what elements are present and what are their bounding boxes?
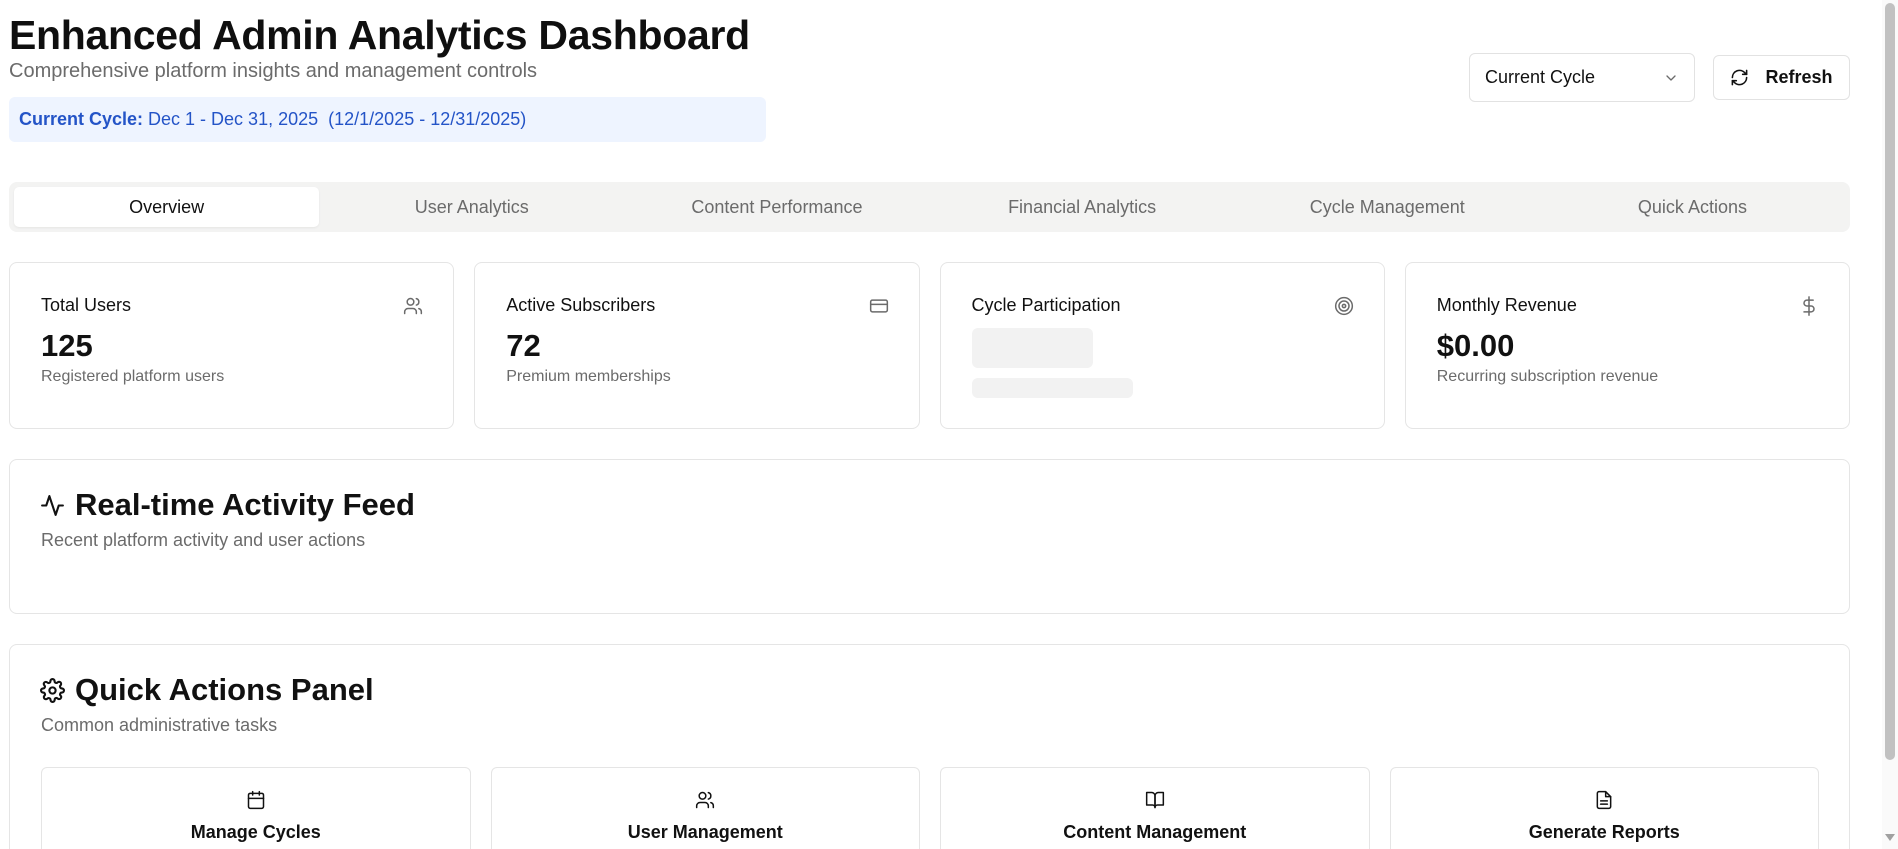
stat-label: Active Subscribers [506, 295, 656, 315]
dashboard-tabs: Overview User Analytics Content Performa… [9, 182, 1850, 232]
scrollbar-thumb[interactable] [1885, 3, 1895, 760]
loading-skeleton-value [971, 328, 1093, 368]
stat-label: Monthly Revenue [1436, 295, 1577, 315]
refresh-label: Refresh [1765, 67, 1833, 87]
calendar-icon [247, 790, 264, 810]
quick-actions-grid: Manage Cycles User Management Content Ma… [41, 767, 1819, 849]
tab-quick-actions[interactable]: Quick Actions [1540, 187, 1845, 227]
stat-card-active-subscribers: Active Subscribers 72 Premium membership… [474, 262, 920, 429]
page-title: Enhanced Admin Analytics Dashboard [9, 12, 750, 58]
activity-feed-header: Real-time Activity Feed [40, 487, 415, 523]
cycle-select-value: Current Cycle [1485, 67, 1596, 87]
stat-value: $0.00 [1436, 328, 1515, 363]
gear-icon [40, 677, 65, 703]
manage-cycles-button[interactable]: Manage Cycles [41, 767, 471, 849]
target-icon [1334, 296, 1353, 316]
cycle-banner-label: Current Cycle: [19, 109, 144, 129]
stat-desc: Recurring subscription revenue [1436, 368, 1659, 385]
page-subtitle: Comprehensive platform insights and mana… [9, 60, 538, 82]
stat-value: 125 [41, 328, 93, 363]
file-text-icon [1596, 790, 1612, 810]
content-management-button[interactable]: Content Management [940, 767, 1370, 849]
activity-feed-title: Real-time Activity Feed [75, 487, 415, 522]
stats-row: Total Users 125 Registered platform user… [9, 262, 1850, 429]
stat-card-cycle-participation: Cycle Participation [939, 262, 1385, 429]
current-cycle-banner: Current Cycle: Dec 1 - Dec 31, 2025 (12/… [9, 97, 766, 142]
stat-card-total-users: Total Users 125 Registered platform user… [9, 262, 455, 429]
book-icon [1145, 791, 1164, 809]
stat-label: Cycle Participation [971, 295, 1121, 315]
vertical-scrollbar[interactable] [1882, 0, 1898, 849]
generate-reports-button[interactable]: Generate Reports [1389, 767, 1819, 849]
refresh-button[interactable]: Refresh [1713, 55, 1850, 100]
cycle-banner-range: Dec 1 - Dec 31, 2025 [148, 109, 319, 129]
cycle-select[interactable]: Current Cycle [1469, 53, 1695, 102]
stat-desc: Premium memberships [506, 368, 671, 385]
users-icon [404, 297, 423, 315]
scroll-down-arrow-icon[interactable] [1885, 834, 1895, 841]
stat-label: Total Users [41, 295, 132, 315]
users-icon [696, 791, 715, 809]
quick-actions-desc: Common administrative tasks [41, 715, 278, 735]
quick-actions-section: Quick Actions Panel Common administrativ… [9, 644, 1850, 849]
activity-feed-section: Real-time Activity Feed Recent platform … [9, 459, 1850, 614]
activity-icon [41, 494, 64, 516]
dollar-icon [1803, 296, 1815, 316]
loading-skeleton-desc [971, 378, 1133, 398]
quick-action-label: Generate Reports [1528, 822, 1680, 842]
activity-feed-desc: Recent platform activity and user action… [41, 530, 366, 550]
user-management-button[interactable]: User Management [490, 767, 920, 849]
stat-value: 72 [506, 328, 541, 363]
credit-card-icon [869, 299, 888, 313]
quick-action-label: User Management [627, 822, 783, 842]
tab-content-performance[interactable]: Content Performance [624, 187, 929, 227]
refresh-icon [1732, 69, 1748, 86]
stat-card-monthly-revenue: Monthly Revenue $0.00 Recurring subscrip… [1404, 262, 1850, 429]
quick-action-label: Manage Cycles [190, 822, 321, 842]
stat-desc: Registered platform users [41, 368, 225, 385]
tab-user-analytics[interactable]: User Analytics [319, 187, 624, 227]
quick-actions-header: Quick Actions Panel [40, 672, 374, 708]
cycle-banner-dates: (12/1/2025 - 12/31/2025) [328, 109, 527, 129]
tab-cycle-management[interactable]: Cycle Management [1235, 187, 1540, 227]
tab-financial-analytics[interactable]: Financial Analytics [930, 187, 1235, 227]
quick-actions-title: Quick Actions Panel [75, 672, 374, 707]
quick-action-label: Content Management [1063, 822, 1247, 842]
tab-overview[interactable]: Overview [14, 187, 320, 227]
chevron-down-icon [1666, 74, 1676, 81]
